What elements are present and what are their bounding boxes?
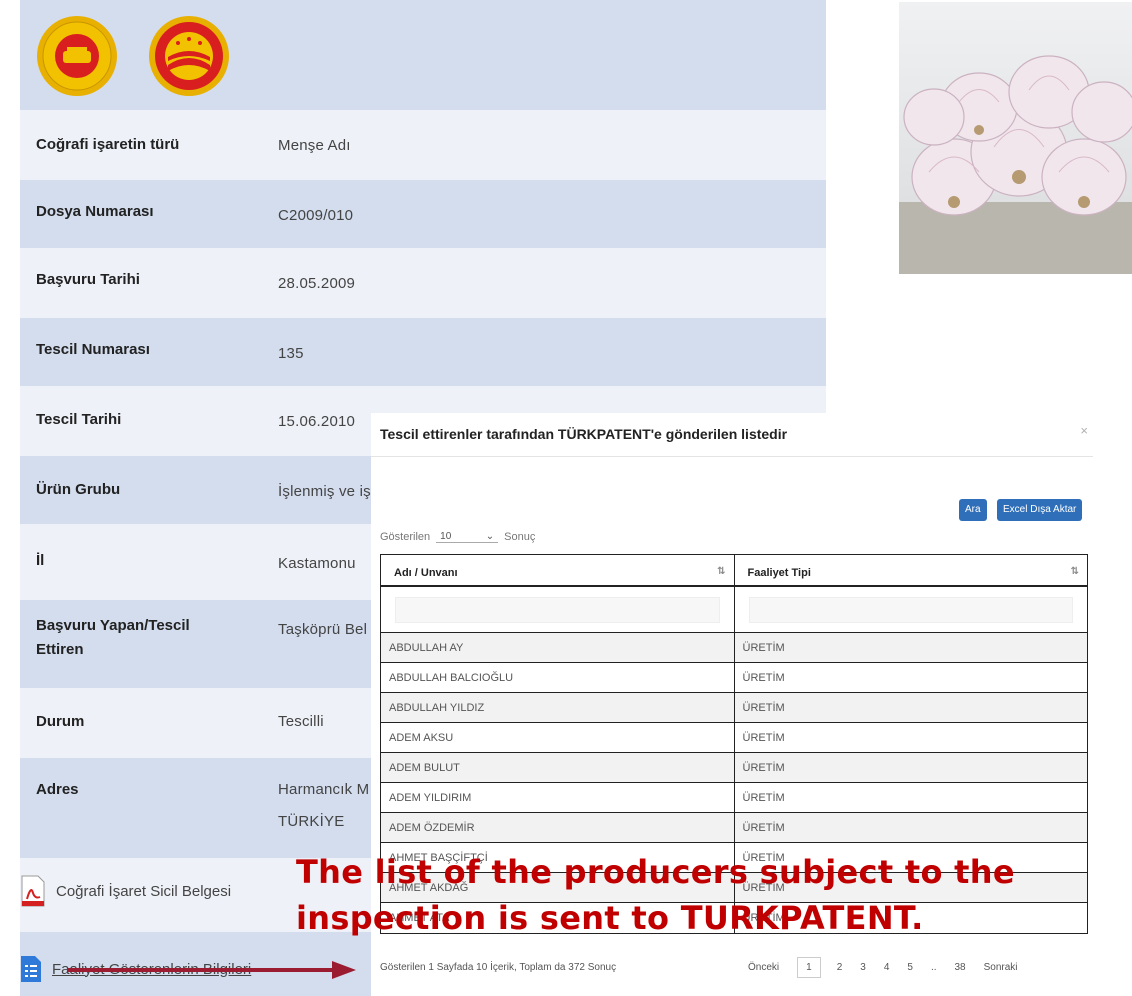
row-value: 135 bbox=[278, 345, 304, 362]
next-page-button[interactable]: Sonraki bbox=[984, 962, 1018, 973]
row-label: Dosya Numarası bbox=[36, 203, 154, 220]
table-row: ABDULLAH AY ÜRETİM bbox=[381, 633, 1087, 663]
producer-name: ABDULLAH BALCIOĞLU bbox=[381, 663, 735, 692]
row-value: Harmancık M bbox=[278, 781, 370, 798]
page-button[interactable]: 4 bbox=[884, 962, 890, 973]
column-header-label: Adı / Unvanı bbox=[394, 567, 458, 579]
row-label: Tescil Tarihi bbox=[36, 411, 122, 428]
row-value: 15.06.2010 bbox=[278, 413, 356, 430]
filter-row bbox=[381, 587, 1087, 633]
row-value: Taşköprü Bel bbox=[278, 621, 368, 638]
row-gi-type: Coğrafi işaretin türü Menşe Adı bbox=[20, 110, 826, 180]
producer-name: ABDULLAH AY bbox=[381, 633, 735, 662]
pagination-info: Gösterilen 1 Sayfada 10 İçerik, Toplam d… bbox=[380, 962, 617, 973]
sort-asc-icon: ⇅ bbox=[717, 566, 726, 577]
pdf-icon bbox=[21, 875, 45, 907]
producer-name: ADEM ÖZDEMİR bbox=[381, 813, 735, 842]
garlic-photo bbox=[899, 2, 1132, 274]
name-filter-input[interactable] bbox=[395, 597, 720, 623]
activity-type: ÜRETİM bbox=[742, 762, 785, 774]
table-row: ADEM AKSU ÜRETİM bbox=[381, 723, 1087, 753]
page-button[interactable]: 5 bbox=[907, 962, 913, 973]
table-row: ADEM YILDIRIM ÜRETİM bbox=[381, 783, 1087, 813]
excel-export-button[interactable]: Excel Dışa Aktar bbox=[997, 499, 1083, 521]
seal-band bbox=[20, 0, 826, 110]
row-application-date: Başvuru Tarihi 28.05.2009 bbox=[20, 248, 826, 318]
producer-name: ADEM YILDIRIM bbox=[381, 783, 735, 812]
turkpatent-seal-logo bbox=[36, 15, 118, 97]
row-label: Durum bbox=[36, 713, 85, 730]
row-value: 28.05.2009 bbox=[278, 275, 356, 292]
prev-page-button[interactable]: Önceki bbox=[748, 962, 779, 973]
page-button[interactable]: 38 bbox=[955, 962, 966, 973]
modal-divider bbox=[371, 456, 1093, 457]
row-label: Başvuru Tarihi bbox=[36, 271, 140, 288]
row-label: Coğrafi işaretin türü bbox=[36, 136, 180, 153]
table-row: ADEM ÖZDEMİR ÜRETİM bbox=[381, 813, 1087, 843]
close-icon[interactable]: × bbox=[1080, 423, 1088, 438]
row-label: Ürün Grubu bbox=[36, 481, 121, 498]
arrow-icon bbox=[68, 961, 356, 979]
activity-type: ÜRETİM bbox=[742, 672, 785, 684]
row-registration-number: Tescil Numarası 135 bbox=[20, 318, 826, 386]
producer-name: ABDULLAH YILDIZ bbox=[381, 693, 735, 722]
page-ellipsis: .. bbox=[930, 962, 937, 973]
page-size-control: Gösterilen 10 ⌄ Sonuç bbox=[380, 531, 535, 543]
page-button-current[interactable]: 1 bbox=[797, 957, 821, 978]
filter-cell bbox=[735, 587, 1088, 632]
row-value: Kastamonu bbox=[278, 555, 356, 572]
column-header-name[interactable]: Adı / Unvanı ⇅ bbox=[381, 555, 735, 585]
pagination: Önceki 1 2 3 4 5 .. 38 Sonraki bbox=[748, 957, 1036, 978]
row-label: Başvuru Yapan/Tescil Ettiren bbox=[36, 617, 190, 658]
search-button[interactable]: Ara bbox=[959, 499, 987, 521]
table-row: ADEM BULUT ÜRETİM bbox=[381, 753, 1087, 783]
row-value: C2009/010 bbox=[278, 207, 354, 224]
table-row: ABDULLAH BALCIOĞLU ÜRETİM bbox=[381, 663, 1087, 693]
producer-name: ADEM AKSU bbox=[381, 723, 735, 752]
document-list-icon bbox=[21, 956, 41, 982]
row-value: Menşe Adı bbox=[278, 137, 351, 154]
activity-filter-input[interactable] bbox=[748, 597, 1073, 623]
column-header-activity[interactable]: Faaliyet Tipi ⇅ bbox=[735, 555, 1088, 585]
activity-type: ÜRETİM bbox=[742, 822, 785, 834]
sort-icon: ⇅ bbox=[1070, 566, 1079, 577]
page-size-value: 10 bbox=[440, 531, 452, 542]
registry-certificate-label: Coğrafi İşaret Sicil Belgesi bbox=[56, 882, 232, 900]
row-value-line2: TÜRKİYE bbox=[278, 813, 345, 830]
row-file-number: Dosya Numarası C2009/010 bbox=[20, 180, 826, 248]
chevron-down-icon: ⌄ bbox=[485, 531, 495, 542]
pdo-seal-logo bbox=[148, 15, 230, 97]
activity-type: ÜRETİM bbox=[742, 732, 785, 744]
page-size-select[interactable]: 10 ⌄ bbox=[436, 531, 499, 543]
filter-cell bbox=[381, 587, 735, 632]
table-header: Adı / Unvanı ⇅ Faaliyet Tipi ⇅ bbox=[381, 555, 1087, 587]
row-value: İşlenmiş ve iş bbox=[278, 483, 371, 500]
row-label: Adres bbox=[36, 781, 79, 798]
annotation-line-2: inspection is sent to TURKPATENT. bbox=[296, 899, 924, 937]
page-button[interactable]: 2 bbox=[837, 962, 843, 973]
activity-type: ÜRETİM bbox=[742, 702, 785, 714]
row-value: Tescilli bbox=[278, 713, 324, 730]
page-button[interactable]: 3 bbox=[860, 962, 866, 973]
page-size-suffix: Sonuç bbox=[504, 531, 536, 543]
page-size-prefix: Gösterilen bbox=[380, 531, 431, 543]
activity-type: ÜRETİM bbox=[742, 792, 785, 804]
modal-title: Tescil ettirenler tarafından TÜRKPATENT'… bbox=[380, 426, 788, 442]
row-label: İl bbox=[36, 552, 45, 569]
activity-type: ÜRETİM bbox=[742, 642, 785, 654]
row-label: Tescil Numarası bbox=[36, 341, 150, 358]
producer-name: ADEM BULUT bbox=[381, 753, 735, 782]
column-header-label: Faaliyet Tipi bbox=[747, 567, 811, 579]
annotation-line-1: The list of the producers subject to the bbox=[296, 853, 1015, 891]
table-row: ABDULLAH YILDIZ ÜRETİM bbox=[381, 693, 1087, 723]
